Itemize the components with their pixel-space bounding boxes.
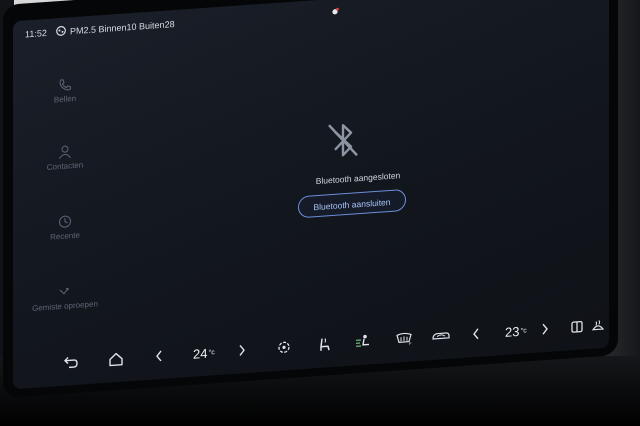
air-quality-text: PM2.5 Binnen10 Buiten28 <box>70 19 175 37</box>
right-temp-value: 23 <box>505 323 520 340</box>
missed-call-icon <box>59 287 69 295</box>
seat-heat-button[interactable] <box>317 335 331 354</box>
airflow-button[interactable] <box>355 332 373 351</box>
sidebar-item-contacten[interactable]: Contacten <box>29 142 101 174</box>
steering-heat-icon <box>591 320 605 331</box>
temp-unit: °c <box>208 348 215 357</box>
sidebar: Bellen Contacten Recente Gemiste oproepe… <box>13 59 113 313</box>
fan-button[interactable] <box>277 338 291 357</box>
sidebar-item-label: Recente <box>50 230 80 242</box>
bluetooth-disconnected-icon <box>328 124 358 157</box>
sidebar-item-label: Bellen <box>53 93 77 105</box>
home-icon <box>109 352 123 367</box>
sidebar-item-label: Contacten <box>46 160 84 172</box>
sidebar-item-label: Gemiste oproepen <box>32 299 98 313</box>
chevron-left-icon <box>156 350 162 362</box>
rear-defrost-button[interactable]: F <box>395 329 413 348</box>
left-temperature: 24 °c <box>193 343 215 363</box>
svg-text:F: F <box>409 341 412 346</box>
temp-unit: °c <box>520 326 527 335</box>
air-quality-icon <box>56 26 66 36</box>
left-temp-value: 24 <box>193 345 208 362</box>
back-icon <box>64 356 78 369</box>
split-screen-icon <box>571 320 583 333</box>
left-temp-increase-button[interactable] <box>238 341 246 360</box>
status-bar: 11:52 PM2.5 Binnen10 Buiten28 ᛒ▮◔▸ <box>25 0 597 43</box>
right-temp-decrease-button[interactable] <box>472 325 480 344</box>
display-bezel: 11:52 PM2.5 Binnen10 Buiten28 ᛒ▮◔▸ Bell <box>3 0 618 399</box>
right-temp-increase-button[interactable] <box>541 320 549 339</box>
contacts-icon <box>59 145 71 159</box>
recirculation-button[interactable] <box>431 327 451 346</box>
steering-heat-button[interactable] <box>591 316 605 335</box>
sidebar-item-gemiste-oproepen[interactable]: Gemiste oproepen <box>29 282 101 314</box>
rear-defrost-icon: F <box>396 332 412 346</box>
chevron-right-icon <box>239 344 245 356</box>
home-button[interactable] <box>108 350 124 369</box>
chevron-right-icon <box>542 323 548 335</box>
sidebar-item-recente[interactable]: Recente <box>29 212 101 244</box>
airflow-icon <box>356 334 369 347</box>
left-temp-decrease-button[interactable] <box>155 347 163 366</box>
bluetooth-status-text: Bluetooth aangesloten <box>315 170 401 187</box>
recirculation-icon <box>432 332 450 340</box>
clock-time: 11:52 <box>25 27 47 40</box>
clock-icon <box>59 215 71 228</box>
bluetooth-connect-button[interactable]: Bluetooth aansluiten <box>298 188 406 219</box>
right-temperature: 23 °c <box>505 321 527 341</box>
notification-dot-icon[interactable] <box>331 7 339 17</box>
seat-heat-icon <box>320 338 330 351</box>
phone-icon <box>59 79 71 91</box>
chevron-left-icon <box>473 328 479 340</box>
sidebar-item-bellen[interactable]: Bellen <box>29 75 101 107</box>
fan-icon <box>278 341 290 354</box>
split-screen-button[interactable] <box>571 317 583 336</box>
back-button[interactable] <box>63 353 79 372</box>
infotainment-screen: 11:52 PM2.5 Binnen10 Buiten28 ᛒ▮◔▸ Bell <box>13 0 609 390</box>
